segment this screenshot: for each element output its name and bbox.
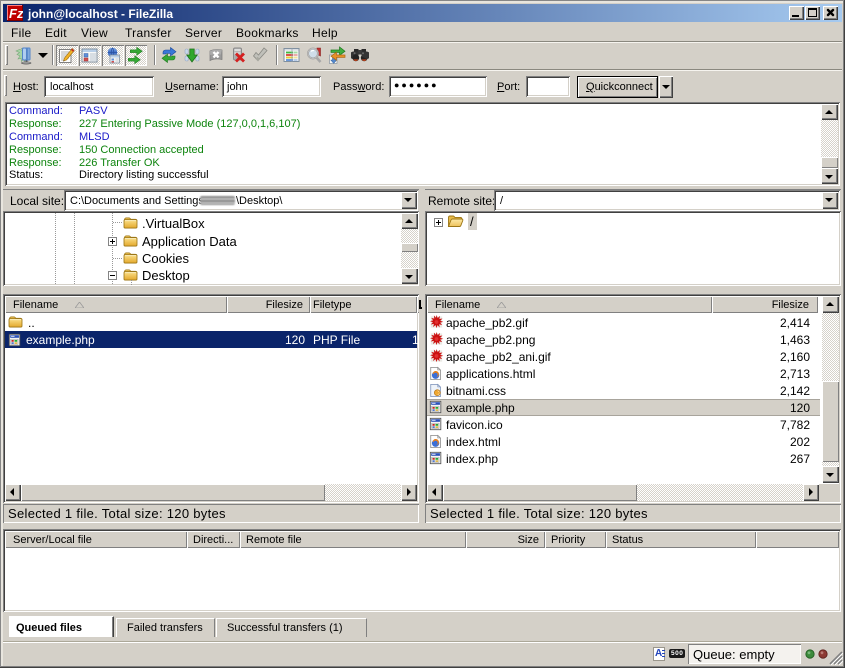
svg-text:Fz: Fz: [9, 6, 23, 21]
